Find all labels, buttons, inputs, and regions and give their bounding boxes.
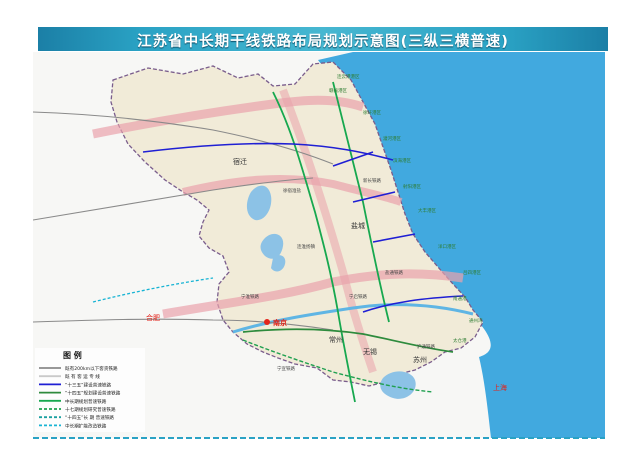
small-label: 射阳港区 xyxy=(403,183,421,190)
title-banner: 江苏省中长期干线铁路布局规划示意图(三纵三横普速) xyxy=(38,27,608,51)
legend-title: 图 例 xyxy=(63,350,82,360)
legend-label: “十三五”建设普速铁路 xyxy=(65,381,112,388)
map-frame: 江苏省中长期干线铁路布局规划示意图(三纵三横普速) 宿迁 盐城 南京 合肥 上海… xyxy=(0,0,639,452)
capital-marker xyxy=(264,319,270,325)
place-label: 盐城 xyxy=(351,221,365,230)
legend-label: 既有200km以下客货铁路 xyxy=(65,365,118,372)
place-label: 宿迁 xyxy=(233,157,247,166)
small-label: 吕四港区 xyxy=(463,269,481,276)
map-title: 江苏省中长期干线铁路布局规划示意图(三纵三横普速) xyxy=(137,34,509,50)
small-label: 大丰港区 xyxy=(418,207,436,214)
legend-label: 中长期扩能改造铁路 xyxy=(65,422,107,429)
small-label: 灌河港区 xyxy=(383,135,401,142)
legend-label: 中长期规划普速铁路 xyxy=(65,398,107,405)
small-label: 赣榆港区 xyxy=(329,87,347,94)
place-label: 常州 xyxy=(329,335,343,344)
capital-label: 南京 xyxy=(273,318,287,327)
small-label: 洋口港区 xyxy=(438,243,456,250)
small-label: 宁启铁路 xyxy=(349,293,367,300)
place-label: 无锡 xyxy=(363,347,377,356)
small-label: 盐通铁路 xyxy=(385,269,403,276)
small-label: 南通港 xyxy=(453,295,467,302)
place-label: 上海 xyxy=(493,383,507,392)
small-label: 宁宣铁路 xyxy=(277,365,295,372)
small-label: 连淮扬镇 xyxy=(297,243,315,250)
legend-label: “十四五”规划建设普速铁路 xyxy=(65,390,121,397)
bottom-decoration xyxy=(33,437,605,439)
small-label: 滨海港区 xyxy=(393,157,411,164)
legend-label: 十七期规划研究普速铁路 xyxy=(65,406,116,413)
railway-map: 宿迁 盐城 南京 合肥 上海 苏州 无锡 常州 连云港港区 赣榆港区 徐圩港区 … xyxy=(33,52,605,438)
small-label: 宁淮铁路 xyxy=(241,293,259,300)
legend: 图 例 既有200km以下客货铁路既 有 客 运 专 线“十三五”建设普速铁路 “… xyxy=(35,348,145,432)
small-label: 徐圩港区 xyxy=(363,109,381,116)
legend-label: 既 有 客 运 专 线 xyxy=(65,373,100,380)
small-label: 连云港港区 xyxy=(337,73,360,80)
small-label: 通州湾 xyxy=(469,317,483,324)
small-label: 沪通铁路 xyxy=(417,343,435,350)
small-label: 太仓港 xyxy=(453,337,467,344)
place-label: 合肥 xyxy=(146,313,160,322)
small-label: 新长铁路 xyxy=(363,177,381,184)
small-label: 徐宿淮盐 xyxy=(283,187,301,194)
place-label: 苏州 xyxy=(413,355,427,364)
legend-label: “十四五”长 期 普速铁路 xyxy=(65,414,114,421)
